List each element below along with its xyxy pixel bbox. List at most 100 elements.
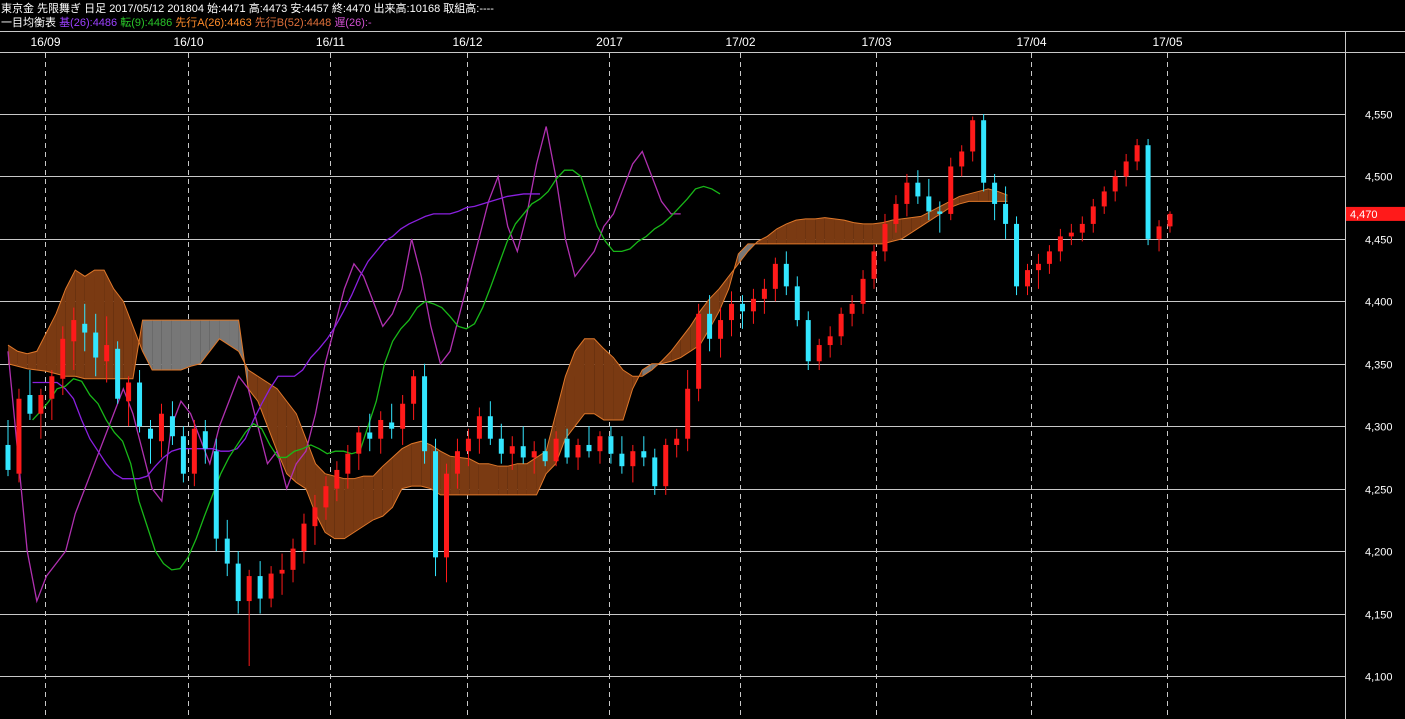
candle-body[interactable] bbox=[246, 576, 252, 602]
candle-body[interactable] bbox=[882, 223, 888, 252]
candle-body[interactable] bbox=[60, 338, 66, 379]
candle-body[interactable] bbox=[652, 457, 658, 487]
candle-body[interactable] bbox=[367, 432, 373, 439]
candle-body[interactable] bbox=[750, 298, 756, 312]
candle-body[interactable] bbox=[761, 288, 767, 299]
candle-body[interactable] bbox=[465, 438, 471, 452]
candle-body[interactable] bbox=[422, 376, 428, 452]
candle-body[interactable] bbox=[739, 303, 745, 312]
candle-body[interactable] bbox=[564, 438, 570, 458]
candle-body[interactable] bbox=[224, 538, 230, 564]
candle-body[interactable] bbox=[718, 320, 724, 339]
candle-body[interactable] bbox=[553, 438, 559, 462]
candle-body[interactable] bbox=[893, 203, 899, 224]
candle-body[interactable] bbox=[1003, 203, 1009, 224]
candle-body[interactable] bbox=[268, 573, 274, 599]
candle-body[interactable] bbox=[970, 120, 976, 152]
candle-body[interactable] bbox=[1145, 145, 1151, 239]
candle-body[interactable] bbox=[235, 563, 241, 602]
candle-body[interactable] bbox=[1079, 223, 1085, 233]
candle-body[interactable] bbox=[1024, 270, 1030, 287]
candle-body[interactable] bbox=[213, 451, 219, 539]
candle-body[interactable] bbox=[1068, 232, 1074, 237]
candle-body[interactable] bbox=[312, 507, 318, 527]
candle-body[interactable] bbox=[345, 453, 351, 474]
candle-body[interactable] bbox=[696, 313, 702, 389]
candle-body[interactable] bbox=[937, 211, 943, 214]
candle-body[interactable] bbox=[148, 428, 154, 439]
candle-body[interactable] bbox=[433, 451, 439, 558]
candle-body[interactable] bbox=[16, 398, 22, 474]
candle-body[interactable] bbox=[49, 376, 55, 399]
candle-body[interactable] bbox=[180, 436, 186, 474]
candle-body[interactable] bbox=[608, 436, 614, 454]
candle-body[interactable] bbox=[619, 453, 625, 467]
candle-body[interactable] bbox=[104, 345, 110, 362]
ichimoku-chart[interactable]: 4,100 4,150 4,200 4,250 4,300 4,350 4,400 4,450… bbox=[0, 0, 1405, 719]
candle-body[interactable] bbox=[992, 182, 998, 204]
candle-body[interactable] bbox=[904, 182, 910, 204]
candle-body[interactable] bbox=[1123, 161, 1129, 177]
candle-body[interactable] bbox=[476, 416, 482, 439]
candle-body[interactable] bbox=[378, 419, 384, 439]
candle-body[interactable] bbox=[805, 320, 811, 362]
candle-body[interactable] bbox=[849, 303, 855, 314]
candle-body[interactable] bbox=[389, 422, 395, 429]
candle-body[interactable] bbox=[1090, 206, 1096, 224]
candle-body[interactable] bbox=[487, 416, 493, 439]
candle-body[interactable] bbox=[126, 382, 132, 402]
candle-body[interactable] bbox=[115, 348, 121, 399]
candle-body[interactable] bbox=[948, 166, 954, 214]
candle-body[interactable] bbox=[202, 431, 208, 449]
candle-body[interactable] bbox=[1167, 213, 1173, 227]
candle-body[interactable] bbox=[411, 376, 417, 404]
candle-body[interactable] bbox=[915, 182, 921, 197]
candle-body[interactable] bbox=[531, 451, 537, 458]
candle-body[interactable] bbox=[71, 320, 77, 342]
candle-body[interactable] bbox=[169, 416, 175, 437]
candle-body[interactable] bbox=[707, 313, 713, 339]
candle-body[interactable] bbox=[860, 278, 866, 304]
candle-body[interactable] bbox=[290, 548, 296, 570]
candle-body[interactable] bbox=[827, 336, 833, 346]
candle-body[interactable] bbox=[1046, 251, 1052, 264]
candle-body[interactable] bbox=[509, 446, 515, 454]
candle-body[interactable] bbox=[257, 576, 263, 599]
candle-body[interactable] bbox=[443, 473, 449, 558]
candle-body[interactable] bbox=[334, 469, 340, 489]
candle-body[interactable] bbox=[1035, 263, 1041, 271]
candle-body[interactable] bbox=[301, 523, 307, 552]
candle-body[interactable] bbox=[5, 444, 11, 470]
candle-body[interactable] bbox=[981, 120, 987, 183]
candle-body[interactable] bbox=[93, 332, 99, 358]
candle-body[interactable] bbox=[356, 432, 362, 454]
candle-body[interactable] bbox=[454, 451, 460, 474]
candle-body[interactable] bbox=[794, 286, 800, 321]
candle-body[interactable] bbox=[158, 413, 164, 442]
candle-body[interactable] bbox=[1134, 145, 1140, 162]
candle-body[interactable] bbox=[191, 428, 197, 474]
candle-body[interactable] bbox=[586, 444, 592, 452]
candle-body[interactable] bbox=[685, 388, 691, 439]
candle-body[interactable] bbox=[1156, 226, 1162, 239]
candle-body[interactable] bbox=[772, 263, 778, 289]
candle-body[interactable] bbox=[663, 444, 669, 487]
candle-body[interactable] bbox=[630, 451, 636, 467]
candle-body[interactable] bbox=[959, 151, 965, 167]
candle-body[interactable] bbox=[1057, 236, 1063, 252]
candle-body[interactable] bbox=[816, 345, 822, 362]
candle-body[interactable] bbox=[1014, 223, 1020, 287]
candle-body[interactable] bbox=[838, 313, 844, 337]
candle-body[interactable] bbox=[542, 451, 548, 462]
candle-body[interactable] bbox=[38, 395, 44, 414]
candle-body[interactable] bbox=[575, 444, 581, 458]
candle-body[interactable] bbox=[926, 196, 932, 212]
candle-body[interactable] bbox=[279, 569, 285, 574]
candle-body[interactable] bbox=[520, 446, 526, 458]
candle-body[interactable] bbox=[1112, 176, 1118, 192]
candle-body[interactable] bbox=[729, 303, 735, 321]
candle-body[interactable] bbox=[498, 438, 504, 454]
candle-body[interactable] bbox=[597, 436, 603, 452]
candle-body[interactable] bbox=[137, 382, 143, 427]
candle-body[interactable] bbox=[27, 395, 33, 414]
